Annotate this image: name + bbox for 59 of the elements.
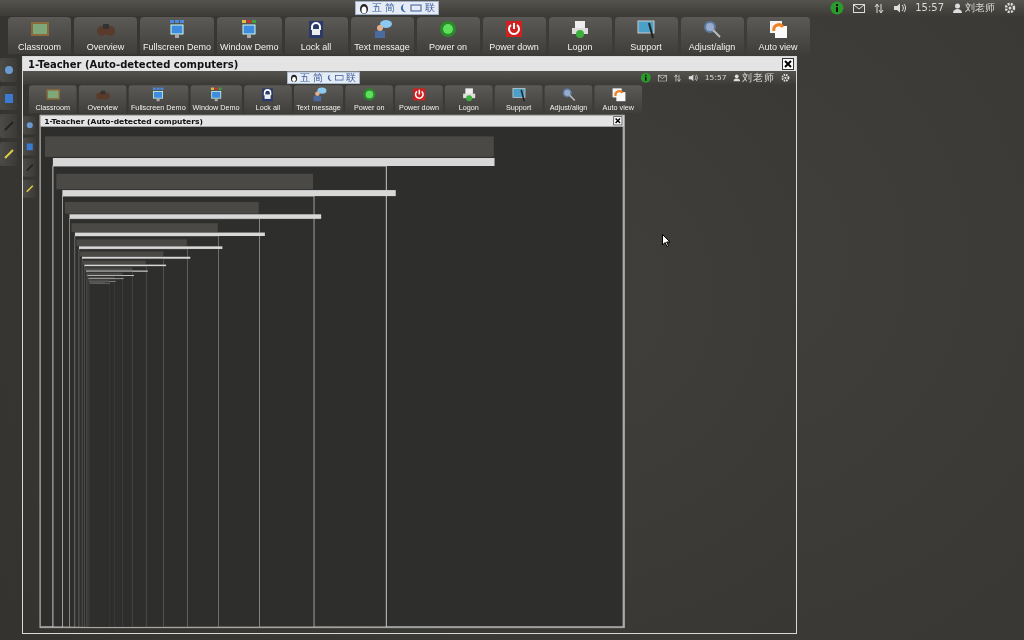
monitor-pen-icon [635,19,658,39]
close-icon [614,117,621,124]
sidebar-button[interactable] [23,137,36,156]
toolbar-button[interactable]: Text message [350,17,414,54]
user-icon [733,74,741,82]
input-method-bar[interactable]: 五 简 联 [355,1,439,15]
toolbar-button[interactable]: Power down [482,17,546,54]
close-button[interactable] [613,116,623,126]
moon-icon [398,3,407,13]
keyboard-icon [410,3,422,13]
toolbar-button[interactable]: Support [614,17,678,54]
chalkboard-icon [28,19,51,39]
toolbar-button[interactable]: Lock all [284,17,348,54]
user-icon [953,3,962,13]
toolbar-button[interactable]: Overview [74,17,137,54]
sidebar-button[interactable] [0,58,17,82]
sidebar-button[interactable] [23,116,36,135]
close-icon [784,60,792,68]
refresh-windows-icon [767,19,790,39]
input-method-label[interactable]: 简 [385,3,395,13]
user-name[interactable]: 刘老师 [965,3,995,13]
clock-time[interactable]: 15:57 [915,3,944,13]
toolbar-button[interactable]: Adjust/align [680,17,744,54]
mouse-cursor-icon [662,234,671,247]
toolbar-button[interactable]: Power on [416,17,480,54]
input-method-label[interactable]: 五 [300,72,311,83]
input-method-label[interactable]: 五 [372,3,382,13]
magnifier-icon [560,86,577,102]
input-method-label[interactable]: 简 [312,72,324,83]
mail-icon [853,3,866,13]
monitor-pen-icon [510,86,527,102]
info-icon [640,72,652,84]
settings-icon [780,73,790,83]
chalkboard-icon [44,86,62,102]
info-icon [830,1,845,15]
network-arrows-icon [874,2,885,14]
input-method-label[interactable]: 联 [425,3,435,13]
sidebar-button[interactable] [23,179,36,198]
moon-icon [325,74,333,82]
sidebar-button[interactable] [0,86,17,110]
toolbar-button[interactable]: Fullscreen Demo [140,17,215,54]
toolbar-button[interactable]: Auto view [746,17,810,54]
toolbar-button[interactable]: Classroom [8,17,71,54]
toolbar-button[interactable]: Logon [548,17,612,54]
computer-arrow-icon [460,86,478,102]
sidebar-button[interactable] [0,142,17,166]
user-name[interactable]: 刘老师 [742,72,775,83]
penguin-icon [359,2,369,14]
volume-icon [893,3,907,13]
window-title: 1-Teacher (Auto-detected computers) [28,58,239,70]
settings-icon [1004,2,1016,14]
power-on-icon [360,86,378,102]
input-method-bar[interactable]: 五 简 联 [287,71,360,84]
close-button[interactable] [782,58,794,70]
penguin-icon [290,73,298,82]
input-method-label[interactable]: 联 [346,72,357,83]
toolbar-button[interactable]: Window Demo [217,17,282,54]
refresh-windows-icon [610,86,627,102]
power-off-icon [410,86,428,102]
